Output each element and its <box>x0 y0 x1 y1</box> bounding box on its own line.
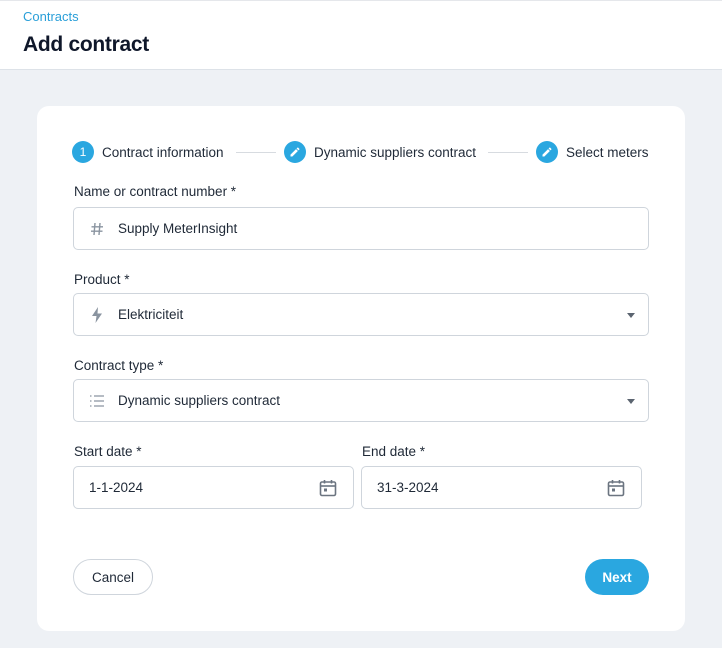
calendar-icon[interactable] <box>606 478 626 498</box>
contract-type-select[interactable]: Dynamic suppliers contract <box>73 379 649 422</box>
name-input[interactable]: Supply MeterInsight <box>73 207 649 250</box>
start-date-value: 1-1-2024 <box>89 480 144 495</box>
end-date-input[interactable]: 31-3-2024 <box>361 466 642 509</box>
contract-type-value: Dynamic suppliers contract <box>118 393 281 408</box>
page-header: Contracts Add contract <box>0 0 722 70</box>
start-date-input[interactable]: 1-1-2024 <box>73 466 354 509</box>
calendar-icon[interactable] <box>318 478 338 498</box>
pencil-icon <box>536 141 558 163</box>
start-date-label: Start date * <box>74 444 142 459</box>
breadcrumb-contracts[interactable]: Contracts <box>23 9 79 24</box>
stepper-connector <box>236 152 276 153</box>
cancel-button[interactable]: Cancel <box>73 559 153 595</box>
page-title: Add contract <box>23 33 149 56</box>
step-contract-information[interactable]: 1 Contract information <box>72 141 224 163</box>
step-number-badge: 1 <box>72 141 94 163</box>
list-icon <box>88 392 106 410</box>
chevron-down-icon <box>627 399 635 404</box>
step-label: Select meters <box>566 144 649 160</box>
end-date-value: 31-3-2024 <box>377 480 439 495</box>
end-date-label: End date * <box>362 444 426 459</box>
step-dynamic-suppliers-contract[interactable]: Dynamic suppliers contract <box>284 141 476 163</box>
stepper-connector <box>488 152 528 153</box>
name-label: Name or contract number * <box>74 184 237 199</box>
hash-icon <box>88 220 106 238</box>
step-label: Dynamic suppliers contract <box>314 144 477 160</box>
lightning-icon <box>88 306 106 324</box>
step-select-meters[interactable]: Select meters <box>536 141 649 163</box>
product-select[interactable]: Elektriciteit <box>73 293 649 336</box>
product-label: Product * <box>74 272 130 287</box>
contract-type-label: Contract type * <box>74 358 164 373</box>
product-value: Elektriciteit <box>118 307 184 322</box>
next-button[interactable]: Next <box>585 559 649 595</box>
pencil-icon <box>284 141 306 163</box>
name-value: Supply MeterInsight <box>118 221 238 236</box>
chevron-down-icon <box>627 313 635 318</box>
step-label: Contract information <box>102 144 224 160</box>
contract-form-card: 1 Contract information Dynamic suppliers… <box>37 106 685 631</box>
